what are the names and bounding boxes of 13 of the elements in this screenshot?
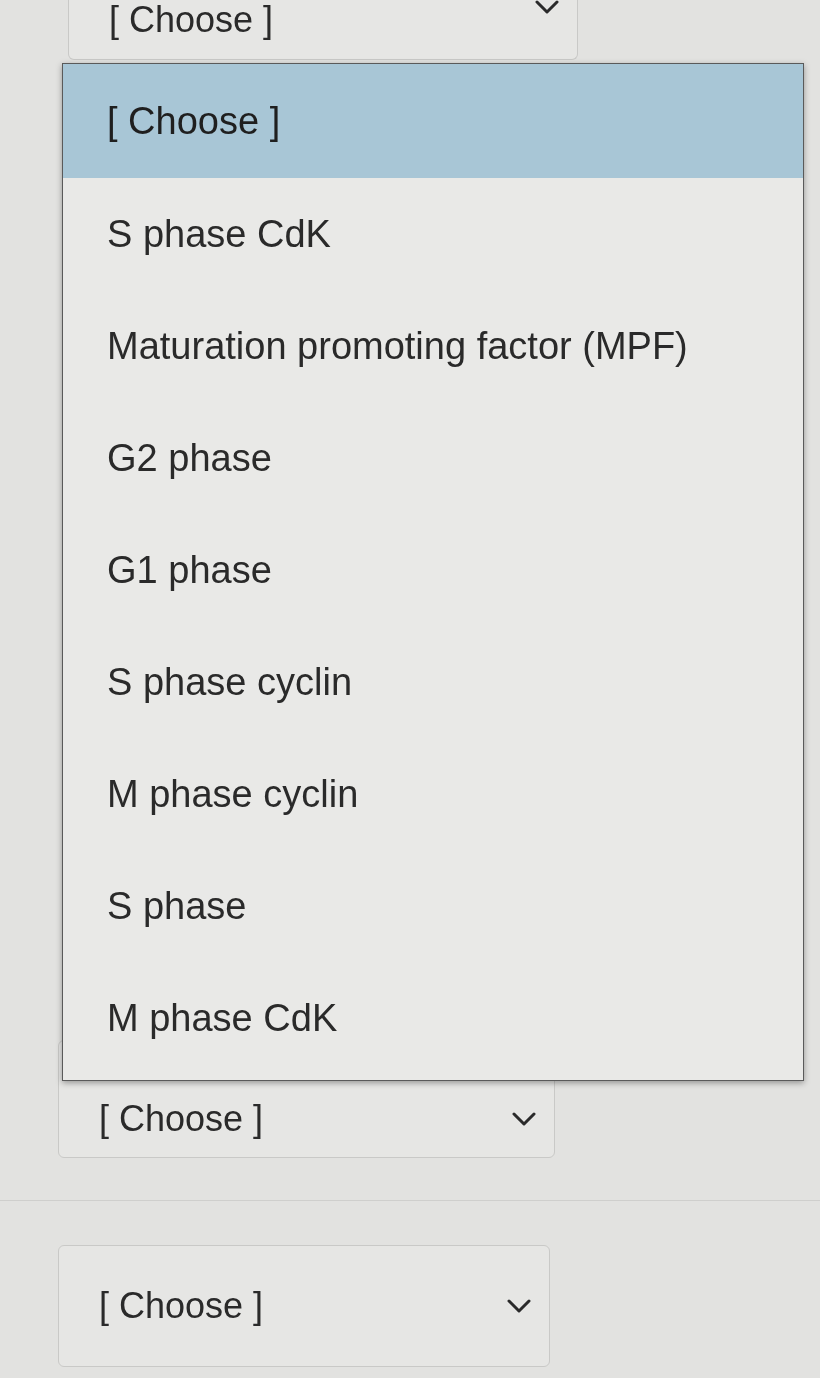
dropdown-option[interactable]: G1 phase (63, 514, 803, 626)
dropdown-option[interactable]: G2 phase (63, 402, 803, 514)
dropdown-option[interactable]: S phase (63, 850, 803, 962)
chevron-down-icon (512, 1112, 536, 1126)
chevron-down-icon (535, 0, 559, 14)
dropdown-option[interactable]: S phase CdK (63, 178, 803, 290)
dropdown-option[interactable]: Maturation promoting factor (MPF) (63, 290, 803, 402)
dropdown-select[interactable]: [ Choose ] (68, 0, 578, 60)
dropdown-option[interactable]: [ Choose ] (63, 64, 803, 178)
dropdown-select[interactable]: [ Choose ] (58, 1245, 550, 1367)
chevron-down-icon (507, 1299, 531, 1313)
dropdown-option[interactable]: S phase cyclin (63, 626, 803, 738)
dropdown-option[interactable]: M phase cyclin (63, 738, 803, 850)
